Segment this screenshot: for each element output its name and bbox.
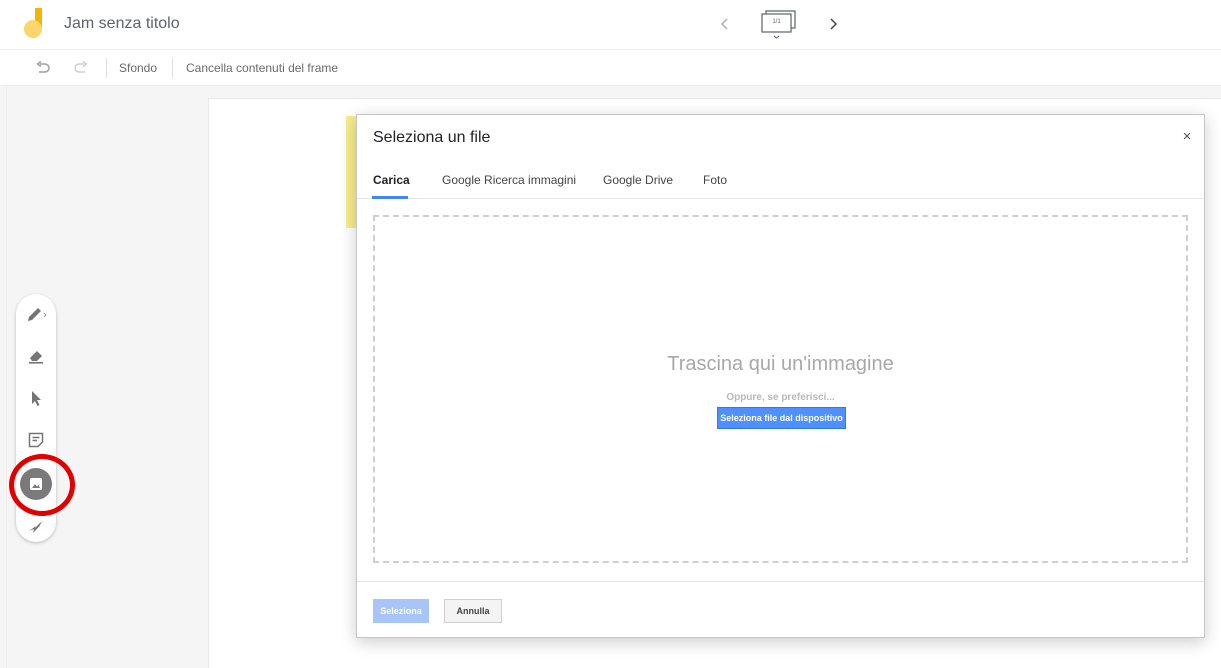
- select-file-from-device-button[interactable]: Seleziona file dal dispositivo: [717, 407, 846, 429]
- app-bar: Jam senza titolo 1/1: [0, 0, 1221, 50]
- cancel-button[interactable]: Annulla: [444, 599, 502, 623]
- document-title[interactable]: Jam senza titolo: [64, 15, 180, 33]
- drop-zone-title: Trascina qui un'immagine: [667, 353, 894, 375]
- image-icon: [30, 478, 42, 490]
- active-tab-indicator: [372, 196, 408, 199]
- tab-google-image-search[interactable]: Google Ricerca immagini: [442, 173, 576, 187]
- image-tool-button[interactable]: [20, 468, 52, 500]
- next-frame-button[interactable]: [821, 12, 845, 36]
- select-button[interactable]: Seleziona: [373, 599, 429, 623]
- close-icon[interactable]: ×: [1179, 129, 1195, 145]
- dialog-title: Seleziona un file: [373, 129, 491, 146]
- background-button[interactable]: Sfondo: [119, 61, 157, 75]
- toolbar-divider: [106, 58, 107, 78]
- image-drop-zone[interactable]: Trascina qui un'immagine Oppure, se pref…: [373, 215, 1188, 563]
- frame-counter: 1/1: [772, 19, 781, 25]
- chevron-right-icon: [830, 18, 838, 30]
- tab-google-drive[interactable]: Google Drive: [603, 173, 673, 187]
- dialog-tabs: Carica Google Ricerca immagini Google Dr…: [357, 163, 1204, 199]
- divider: [6, 86, 7, 668]
- tab-photos[interactable]: Foto: [703, 173, 727, 187]
- toolbar-divider: [172, 58, 173, 78]
- pen-icon[interactable]: [24, 302, 48, 326]
- sticky-note-icon[interactable]: [24, 428, 48, 452]
- cursor-icon[interactable]: [24, 386, 48, 410]
- eraser-icon[interactable]: [24, 344, 48, 368]
- frame-bar-toggle[interactable]: 1/1: [759, 9, 799, 39]
- toolbar: Sfondo Cancella contenuti del frame: [0, 50, 1221, 86]
- redo-icon[interactable]: [72, 59, 90, 77]
- tool-palette: [16, 294, 56, 542]
- dialog-footer: Seleziona Annulla: [357, 581, 1204, 637]
- laser-icon[interactable]: [24, 514, 48, 538]
- undo-icon[interactable]: [34, 59, 52, 77]
- jamboard-logo-icon: [24, 8, 46, 38]
- tab-upload[interactable]: Carica: [373, 173, 410, 187]
- chevron-left-icon: [720, 18, 728, 30]
- previous-frame-button[interactable]: [713, 12, 737, 36]
- clear-frame-button[interactable]: Cancella contenuti del frame: [186, 61, 338, 75]
- file-picker-dialog: Seleziona un file × Carica Google Ricerc…: [356, 114, 1205, 638]
- drop-zone-alternative: Oppure, se preferisci...: [726, 392, 835, 403]
